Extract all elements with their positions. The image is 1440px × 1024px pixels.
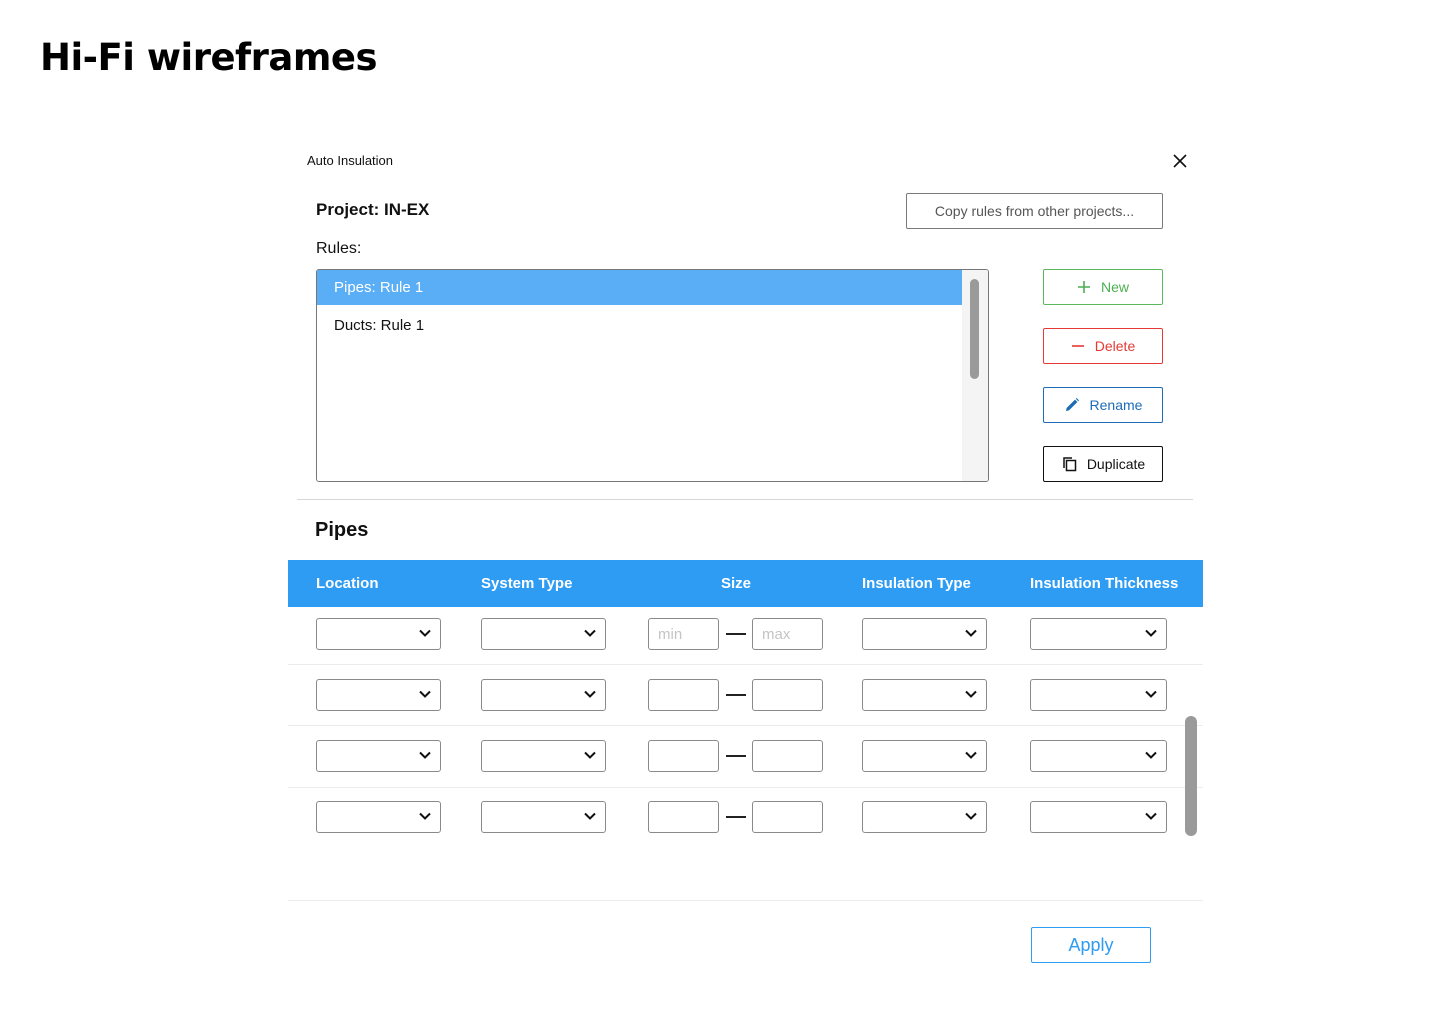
new-button[interactable]: New	[1043, 269, 1163, 305]
section-title: Pipes	[315, 519, 369, 541]
rules-scrollbar[interactable]	[962, 270, 988, 481]
row-divider	[288, 664, 1203, 665]
system-type-select[interactable]	[481, 801, 606, 833]
delete-button[interactable]: Delete	[1043, 328, 1163, 364]
row-divider	[288, 725, 1203, 726]
system-type-select[interactable]	[481, 740, 606, 772]
table-row	[288, 729, 1183, 790]
rule-item-pipes-rule-1[interactable]: Pipes: Rule 1	[317, 270, 962, 305]
chevron-down-icon	[1145, 629, 1157, 637]
rules-list[interactable]: Pipes: Rule 1 Ducts: Rule 1	[316, 269, 989, 482]
size-min-input[interactable]	[648, 801, 719, 833]
insulation-thickness-select[interactable]	[1030, 618, 1167, 650]
rename-button-label: Rename	[1089, 397, 1143, 413]
chevron-down-icon	[584, 690, 596, 698]
size-min-input[interactable]	[648, 679, 719, 711]
column-header-size: Size	[721, 575, 752, 592]
range-dash	[726, 694, 746, 696]
size-min-input[interactable]	[648, 740, 719, 772]
size-max-input[interactable]	[752, 679, 823, 711]
range-dash	[726, 633, 746, 635]
pencil-icon	[1065, 398, 1079, 411]
size-min-input[interactable]	[648, 618, 719, 650]
column-header-system-type: System Type	[481, 575, 573, 592]
chevron-down-icon	[419, 751, 431, 759]
size-max-input[interactable]	[752, 740, 823, 772]
table-header: Location System Type Size Insulation Typ…	[288, 560, 1203, 607]
rule-item-label: Ducts: Rule 1	[334, 317, 425, 334]
divider	[288, 900, 1203, 901]
divider	[297, 499, 1193, 500]
column-header-insulation-type: Insulation Type	[862, 575, 971, 592]
chevron-down-icon	[1145, 812, 1157, 820]
location-select[interactable]	[316, 801, 441, 833]
close-button[interactable]	[1169, 150, 1191, 172]
system-type-select[interactable]	[481, 618, 606, 650]
chevron-down-icon	[419, 812, 431, 820]
copy-icon	[1063, 457, 1077, 472]
minus-icon	[1071, 345, 1084, 347]
range-dash	[726, 755, 746, 757]
insulation-thickness-select[interactable]	[1030, 740, 1167, 772]
row-divider	[288, 787, 1203, 788]
chevron-down-icon	[419, 690, 431, 698]
insulation-type-select[interactable]	[862, 801, 987, 833]
chevron-down-icon	[965, 629, 977, 637]
table-scrollbar-thumb[interactable]	[1185, 716, 1197, 836]
project-label: Project: IN-EX	[316, 200, 430, 219]
chevron-down-icon	[419, 629, 431, 637]
chevron-down-icon	[584, 751, 596, 759]
chevron-down-icon	[965, 690, 977, 698]
range-dash	[726, 816, 746, 818]
chevron-down-icon	[1145, 751, 1157, 759]
rename-button[interactable]: Rename	[1043, 387, 1163, 423]
rule-item-ducts-rule-1[interactable]: Ducts: Rule 1	[317, 308, 962, 343]
duplicate-button[interactable]: Duplicate	[1043, 446, 1163, 482]
insulation-thickness-select[interactable]	[1030, 679, 1167, 711]
insulation-type-select[interactable]	[862, 618, 987, 650]
delete-button-label: Delete	[1094, 338, 1136, 354]
column-header-location: Location	[316, 575, 379, 592]
insulation-type-select[interactable]	[862, 679, 987, 711]
rules-scrollbar-thumb[interactable]	[970, 279, 979, 379]
chevron-down-icon	[965, 812, 977, 820]
location-select[interactable]	[316, 740, 441, 772]
size-max-input[interactable]	[752, 618, 823, 650]
size-max-input[interactable]	[752, 801, 823, 833]
location-select[interactable]	[316, 679, 441, 711]
table-row	[288, 607, 1183, 668]
column-header-insulation-thickness: Insulation Thickness	[1030, 575, 1179, 592]
chevron-down-icon	[584, 629, 596, 637]
apply-button[interactable]: Apply	[1031, 927, 1151, 963]
table-row	[288, 668, 1183, 729]
new-button-label: New	[1100, 279, 1129, 295]
rule-item-label: Pipes: Rule 1	[334, 279, 424, 296]
chevron-down-icon	[965, 751, 977, 759]
location-select[interactable]	[316, 618, 441, 650]
insulation-thickness-select[interactable]	[1030, 801, 1167, 833]
page-title: Hi-Fi wireframes	[40, 36, 378, 79]
close-icon	[1173, 154, 1187, 168]
dialog-title: Auto Insulation	[307, 153, 394, 168]
copy-rules-button[interactable]: Copy rules from other projects...	[906, 193, 1163, 229]
table-row	[288, 790, 1183, 851]
system-type-select[interactable]	[481, 679, 606, 711]
insulation-type-select[interactable]	[862, 740, 987, 772]
chevron-down-icon	[584, 812, 596, 820]
plus-icon	[1077, 281, 1090, 293]
chevron-down-icon	[1145, 690, 1157, 698]
duplicate-button-label: Duplicate	[1086, 456, 1146, 472]
rules-label: Rules:	[316, 240, 362, 257]
